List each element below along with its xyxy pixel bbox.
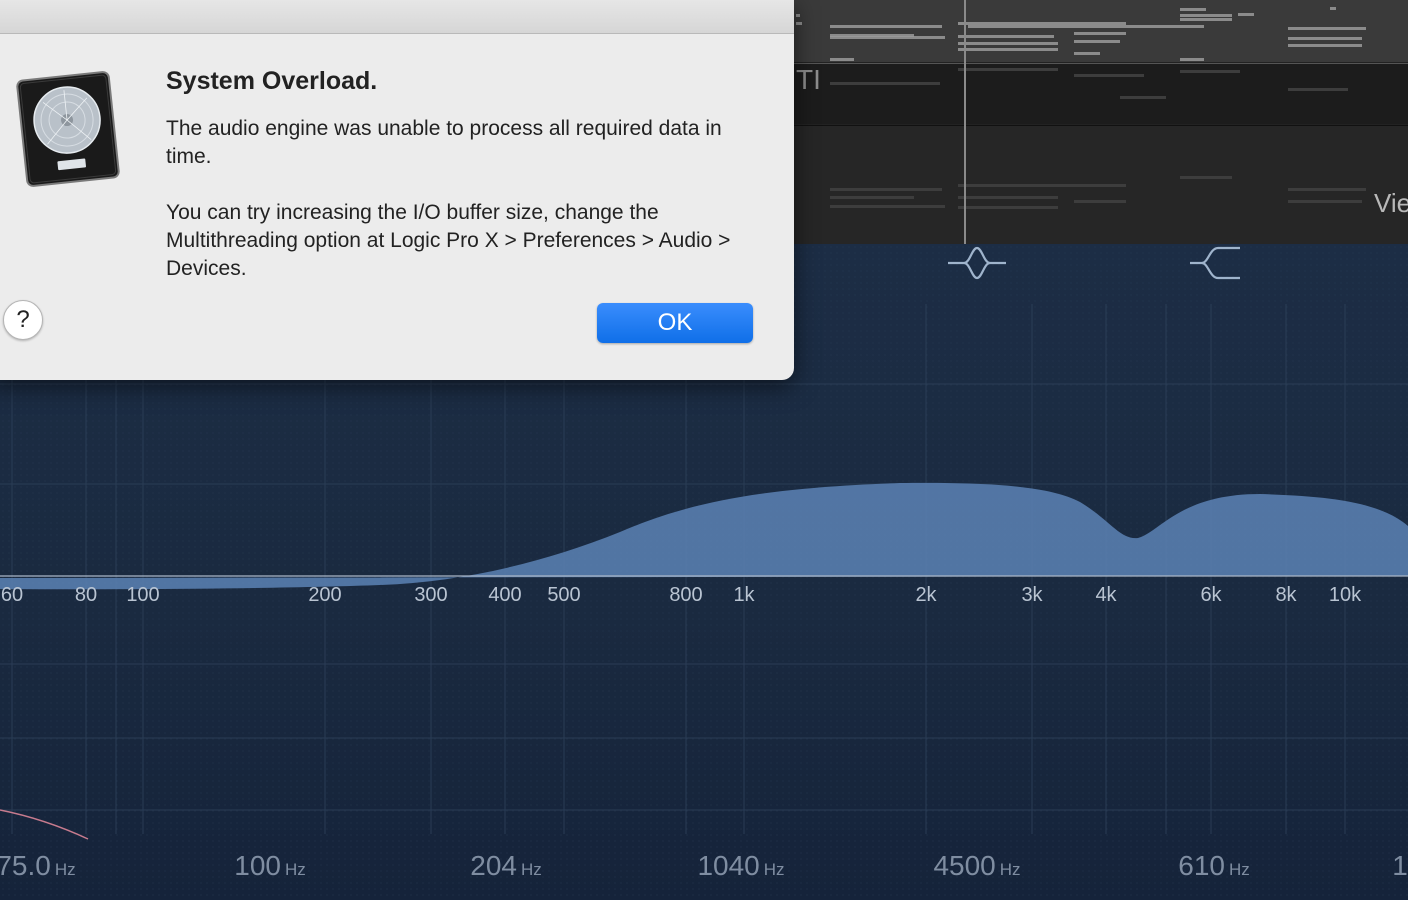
band-frequency-unit: Hz	[284, 860, 306, 879]
bell-band-icon[interactable]	[946, 244, 1008, 282]
band-frequency-value: 204	[470, 850, 517, 881]
high-shelf-band-icon[interactable]	[1188, 244, 1242, 282]
band-frequency-value: 100	[234, 850, 281, 881]
freq-label: 4k	[1095, 584, 1117, 606]
help-button[interactable]: ?	[3, 300, 43, 340]
freq-label: 800	[669, 584, 703, 606]
freq-label: 80	[74, 584, 98, 606]
freq-label: 400	[488, 584, 522, 606]
freq-label: 3k	[1021, 584, 1043, 606]
band-frequency-readout[interactable]: 1	[1392, 850, 1408, 882]
band-frequency-value: 1	[1392, 850, 1408, 881]
dialog-title: System Overload.	[166, 67, 378, 95]
band-frequency-readout[interactable]: 100 Hz	[234, 850, 306, 882]
band-frequency-value: 4500	[933, 850, 996, 881]
freq-label: 100	[126, 584, 160, 606]
band-frequency-readout[interactable]: 1040 Hz	[697, 850, 784, 882]
dialog-message-primary: The audio engine was unable to process a…	[166, 117, 722, 168]
freq-label: 300	[414, 584, 448, 606]
freq-label: 60	[0, 584, 24, 606]
ok-button[interactable]: OK	[597, 303, 753, 343]
band-frequency-unit: Hz	[999, 860, 1021, 879]
band-frequency-unit: Hz	[1228, 860, 1250, 879]
view-menu-label[interactable]: Vie	[1374, 188, 1408, 219]
logic-pro-app-icon	[16, 71, 120, 187]
system-overload-alert: System Overload. The audio engine was un…	[0, 0, 794, 380]
playhead[interactable]	[964, 0, 966, 244]
band-frequency-value: 610	[1178, 850, 1225, 881]
dialog-titlebar[interactable]	[0, 0, 794, 34]
band-frequency-value: 75.0	[0, 850, 51, 881]
band-frequency-readout[interactable]: 204 Hz	[470, 850, 542, 882]
freq-label: 6k	[1200, 584, 1222, 606]
track-name-label: TI	[796, 64, 821, 95]
dialog-message-secondary: You can try increasing the I/O buffer si…	[166, 201, 731, 280]
freq-label: 10k	[1328, 584, 1362, 606]
band-frequency-readout[interactable]: 610 Hz	[1178, 850, 1250, 882]
band-frequency-unit: Hz	[54, 860, 76, 879]
freq-label: 1k	[733, 584, 755, 606]
band-frequency-readout[interactable]: 4500 Hz	[933, 850, 1020, 882]
freq-label: 200	[308, 584, 342, 606]
freq-label: 8k	[1275, 584, 1297, 606]
band-frequency-unit: Hz	[520, 860, 542, 879]
freq-label: 500	[547, 584, 581, 606]
band-frequency-value: 1040	[697, 850, 760, 881]
band-frequency-unit: Hz	[763, 860, 785, 879]
band-frequency-readout[interactable]: 75.0 Hz	[0, 850, 76, 882]
freq-label: 2k	[915, 584, 937, 606]
